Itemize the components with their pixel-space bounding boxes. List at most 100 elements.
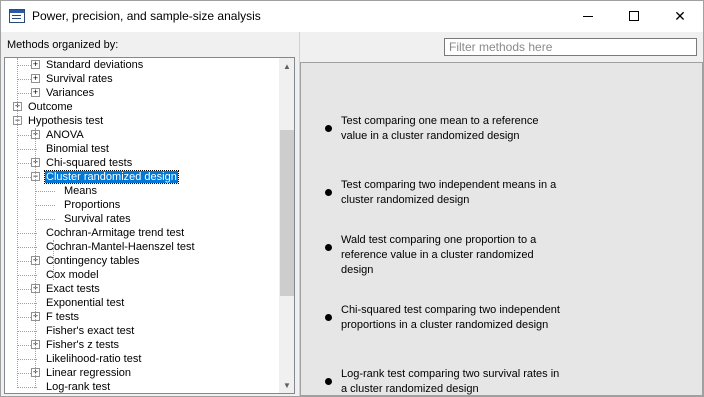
tree-item-label: F tests xyxy=(46,311,80,323)
tree-guide-line xyxy=(17,58,18,388)
tree-item[interactable]: Variances xyxy=(45,86,95,100)
tree-item-label: Cochran-Armitage trend test xyxy=(46,227,185,239)
tree-item[interactable]: Fisher's exact test xyxy=(45,324,135,338)
scroll-up-icon[interactable]: ▲ xyxy=(279,58,294,74)
tree-item-label: Survival rates xyxy=(46,73,113,85)
minimize-button[interactable] xyxy=(565,1,611,31)
method-description: Test comparing one mean to a reference va… xyxy=(341,114,539,144)
tree-item[interactable]: Outcome xyxy=(27,100,74,114)
method-line: Test comparing one mean to a reference xyxy=(341,115,539,127)
scroll-thumb[interactable] xyxy=(280,130,294,296)
tree-guide-line xyxy=(35,128,36,388)
methods-list: Test comparing one mean to a reference va… xyxy=(300,62,703,396)
tree-connector xyxy=(17,275,37,276)
tree-item[interactable]: Contingency tables xyxy=(45,254,141,268)
tree-connector xyxy=(17,387,37,388)
method-line: Test comparing two independent means in … xyxy=(341,179,557,191)
title-bar[interactable]: Power, precision, and sample-size analys… xyxy=(1,1,703,32)
tree-item[interactable]: Standard deviations xyxy=(45,58,144,72)
tree-item[interactable]: Survival rates xyxy=(63,212,132,226)
method-item[interactable]: Wald test comparing one proportion to a r… xyxy=(325,233,565,278)
tree-item[interactable]: Hypothesis test xyxy=(27,114,104,128)
tree-item-label: Chi-squared tests xyxy=(46,157,133,169)
method-line: design xyxy=(341,264,374,276)
tree-item[interactable]: Likelihood-ratio test xyxy=(45,352,142,366)
expand-icon[interactable]: + xyxy=(31,88,40,97)
tree-item[interactable]: Binomial test xyxy=(45,142,110,156)
method-description: Chi-squared test comparing two independe… xyxy=(341,303,560,333)
bullet-icon xyxy=(325,244,332,251)
tree-connector xyxy=(17,303,37,304)
expand-icon[interactable]: + xyxy=(31,60,40,69)
tree-item[interactable]: Cochran-Armitage trend test xyxy=(45,226,185,240)
method-line: Chi-squared test comparing two independe… xyxy=(341,304,560,316)
tree-item[interactable]: Linear regression xyxy=(45,366,132,380)
tree-item[interactable]: Fisher's z tests xyxy=(45,338,120,352)
tree-scrollbar[interactable]: ▲ ▼ xyxy=(279,58,294,393)
method-line: value in a cluster randomized design xyxy=(341,130,520,142)
minimize-icon xyxy=(583,15,593,17)
maximize-icon xyxy=(629,11,639,21)
tree-item-label: Exponential test xyxy=(46,297,125,309)
bullet-icon xyxy=(325,378,332,385)
tree-connector xyxy=(35,205,55,206)
tree-item[interactable]: Means xyxy=(63,184,98,198)
tree-item-label: Means xyxy=(64,185,98,197)
close-icon: ✕ xyxy=(674,7,686,24)
tree-connector xyxy=(17,331,37,332)
scroll-down-icon[interactable]: ▼ xyxy=(279,377,294,393)
tree-connector xyxy=(35,219,55,220)
maximize-button[interactable] xyxy=(611,1,657,31)
method-item[interactable]: Test comparing two independent means in … xyxy=(325,178,565,208)
tree-item[interactable]: ANOVA xyxy=(45,128,85,142)
tree-guide-line xyxy=(53,240,54,280)
tree-item-label: Hypothesis test xyxy=(28,115,104,127)
tree-connector xyxy=(17,233,37,234)
methods-organized-label: Methods organized by: xyxy=(7,39,119,51)
method-item[interactable]: Test comparing one mean to a reference va… xyxy=(325,114,565,144)
methods-tree[interactable]: Standard deviations + Survival rates + Varia… xyxy=(4,57,295,394)
method-description: Wald test comparing one proportion to a r… xyxy=(341,233,536,278)
tree-item-label: Variances xyxy=(46,87,95,99)
tree-item-label: Likelihood-ratio test xyxy=(46,353,142,365)
tree-item[interactable]: F tests xyxy=(45,310,80,324)
tree-item-label: Binomial test xyxy=(46,143,109,155)
tree-item[interactable]: Chi-squared tests xyxy=(45,156,133,170)
tree-item[interactable]: Exponential test xyxy=(45,296,125,310)
tree-item[interactable]: Log-rank test xyxy=(45,380,111,393)
tree-item-label: Cochran-Mantel-Haenszel test xyxy=(46,241,195,253)
tree-connector xyxy=(17,247,37,248)
bullet-icon xyxy=(325,314,332,321)
bullet-icon xyxy=(325,125,332,132)
tree-item-label: Cluster randomized design xyxy=(44,170,179,184)
filter-methods-input[interactable] xyxy=(444,38,697,56)
window-title: Power, precision, and sample-size analys… xyxy=(32,9,261,23)
methods-panel: Test comparing one mean to a reference va… xyxy=(299,32,703,396)
tree-item[interactable]: Cochran-Mantel-Haenszel test xyxy=(45,240,196,254)
app-icon xyxy=(9,9,25,23)
method-line: Log-rank test comparing two survival rat… xyxy=(341,368,560,380)
tree-connector xyxy=(35,191,55,192)
method-description: Test comparing two independent means in … xyxy=(341,178,556,208)
tree-item[interactable]: Survival rates xyxy=(45,72,114,86)
app-window: Power, precision, and sample-size analys… xyxy=(0,0,704,397)
tree-connector xyxy=(17,359,37,360)
tree-item[interactable]: Cluster randomized design xyxy=(44,170,179,184)
method-line: Wald test comparing one proportion to a xyxy=(341,234,537,246)
expand-icon[interactable]: + xyxy=(31,74,40,83)
close-button[interactable]: ✕ xyxy=(657,1,703,31)
tree-item-label: Proportions xyxy=(64,199,121,211)
tree-item[interactable]: Proportions xyxy=(63,198,121,212)
method-item[interactable]: Chi-squared test comparing two independe… xyxy=(325,303,565,333)
tree-item-label: Survival rates xyxy=(64,213,131,225)
method-item[interactable]: Log-rank test comparing two survival rat… xyxy=(325,367,565,397)
method-line: cluster randomized design xyxy=(341,194,470,206)
tree-item[interactable]: Exact tests xyxy=(45,282,101,296)
tree-item-label: Fisher's z tests xyxy=(46,339,120,351)
method-line: reference value in a cluster randomized xyxy=(341,249,534,261)
tree-connector xyxy=(17,149,37,150)
tree-item-label: ANOVA xyxy=(46,129,84,141)
tree-item-label: Linear regression xyxy=(46,367,131,379)
tree-item-label: Fisher's exact test xyxy=(46,325,135,337)
tree-item-label: Log-rank test xyxy=(46,381,111,393)
